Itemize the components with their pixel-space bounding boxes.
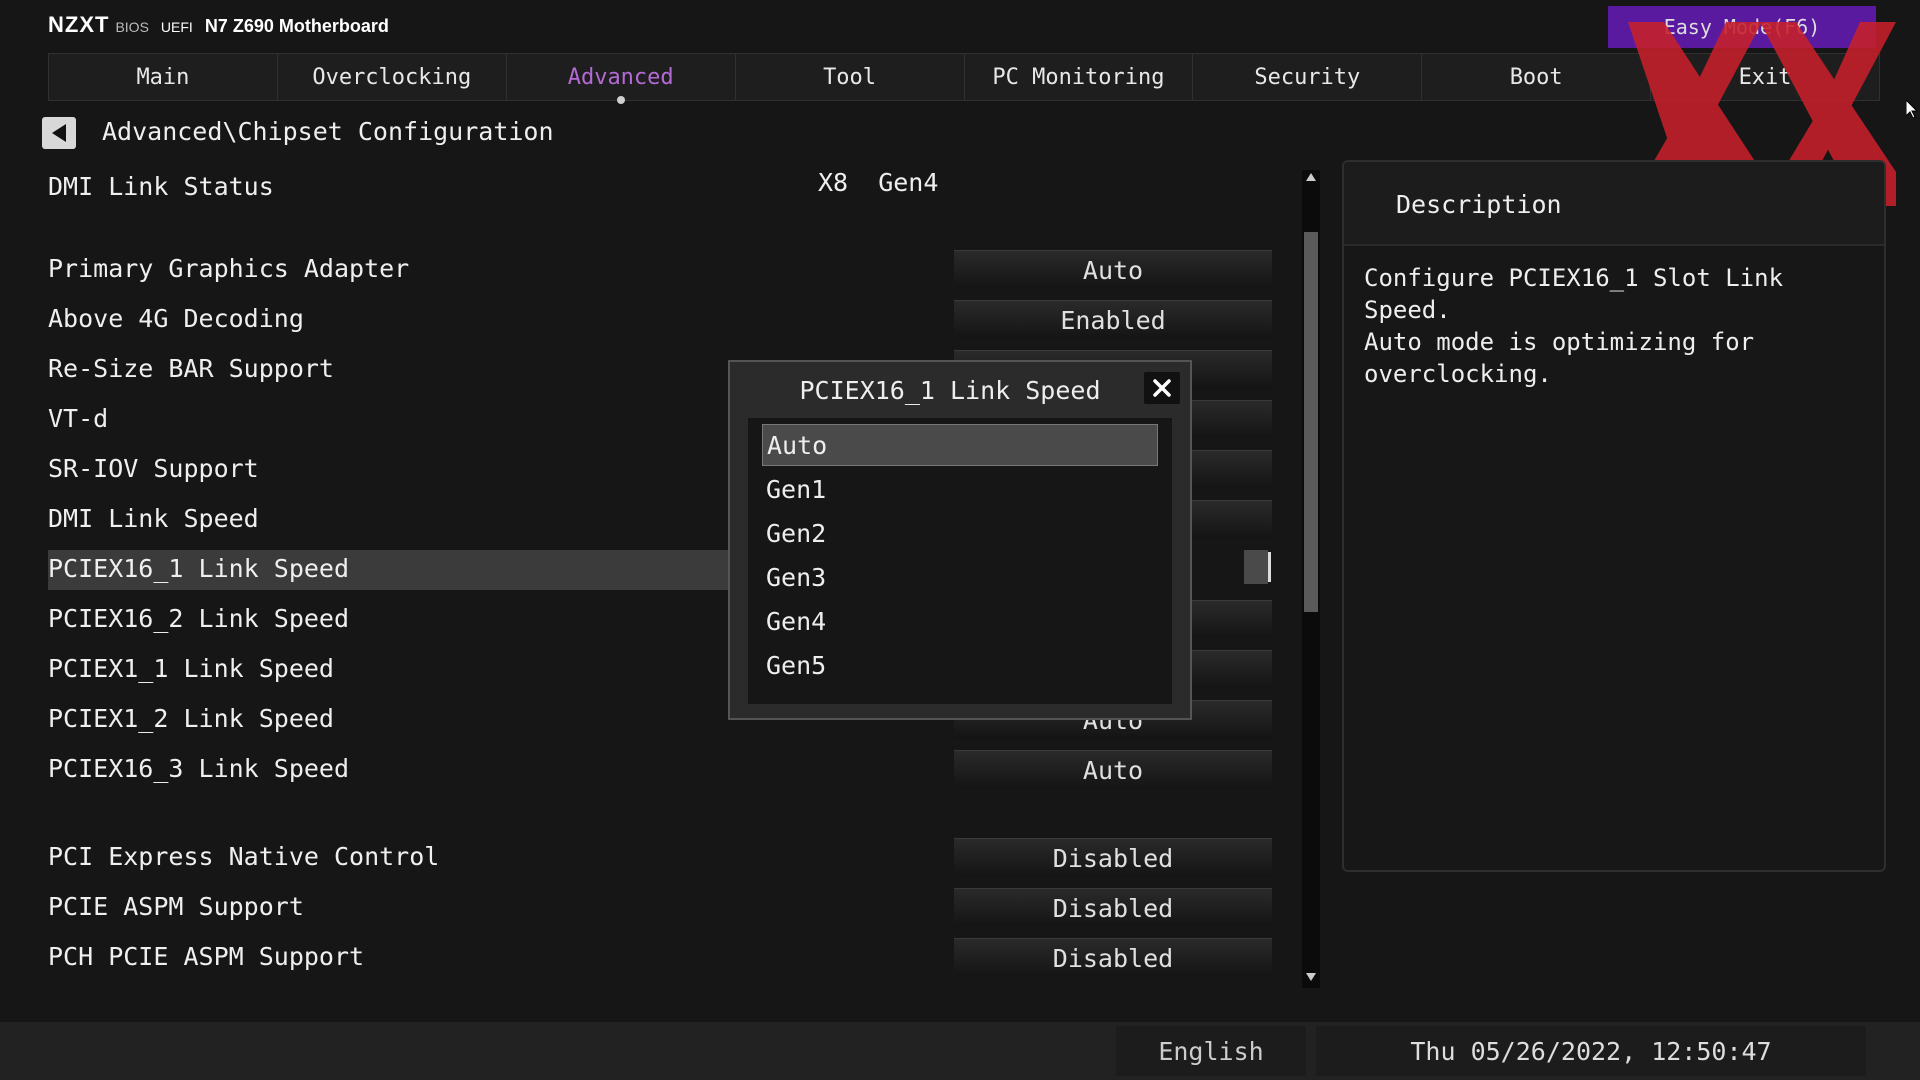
scroll-up-arrow-icon[interactable] bbox=[1305, 172, 1317, 182]
setting-label: DMI Link Speed bbox=[48, 504, 259, 533]
setting-label: Re-Size BAR Support bbox=[48, 354, 334, 383]
setting-label: PCI Express Native Control bbox=[48, 842, 440, 871]
setting-value-button[interactable] bbox=[1244, 550, 1271, 584]
setting-label: PCIEX1_2 Link Speed bbox=[48, 704, 334, 733]
tab-exit[interactable]: Exit bbox=[1650, 53, 1880, 101]
scrollbar-thumb[interactable] bbox=[1304, 232, 1318, 612]
setting-label: Above 4G Decoding bbox=[48, 304, 304, 333]
brand-logo: NZXT BIOS UEFI N7 Z690 Motherboard bbox=[48, 12, 389, 42]
setting-label: SR-IOV Support bbox=[48, 454, 259, 483]
option-gen5[interactable]: Gen5 bbox=[762, 644, 1158, 686]
setting-row-pciex16-3-link-speed[interactable]: PCIEX16_3 Link Speed Auto bbox=[48, 750, 1272, 790]
setting-value-button[interactable]: Auto bbox=[954, 750, 1272, 789]
link-speed-dialog: PCIEX16_1 Link Speed Auto Gen1 Gen2 Gen3… bbox=[728, 360, 1192, 720]
date-time-display: Thu 05/26/2022, 12:50:47 bbox=[1316, 1026, 1866, 1076]
setting-value-button[interactable]: Disabled bbox=[954, 888, 1272, 927]
setting-label: PCIE ASPM Support bbox=[48, 892, 304, 921]
close-button[interactable] bbox=[1144, 372, 1180, 404]
setting-value-button[interactable]: Auto bbox=[954, 250, 1272, 289]
setting-label: PCIEX16_3 Link Speed bbox=[48, 754, 350, 783]
setting-value-button[interactable]: Enabled bbox=[954, 300, 1272, 339]
tab-boot[interactable]: Boot bbox=[1421, 53, 1651, 101]
setting-row-above-4g-decoding[interactable]: Above 4G Decoding Enabled bbox=[48, 300, 1272, 340]
setting-label: PCIEX16_2 Link Speed bbox=[48, 604, 350, 633]
main-tabs: Main Overclocking Advanced Tool PC Monit… bbox=[48, 53, 1880, 104]
tab-tool[interactable]: Tool bbox=[734, 53, 964, 101]
scroll-down-arrow-icon[interactable] bbox=[1305, 972, 1317, 982]
breadcrumb: Advanced\Chipset Configuration bbox=[102, 117, 554, 146]
option-gen2[interactable]: Gen2 bbox=[762, 512, 1158, 554]
nzxt-logo: NZXT bbox=[48, 12, 110, 37]
tab-security[interactable]: Security bbox=[1192, 53, 1422, 101]
setting-row-primary-graphics-adapter[interactable]: Primary Graphics Adapter Auto bbox=[48, 250, 1272, 290]
uefi-label: UEFI bbox=[160, 19, 193, 35]
back-arrow-icon bbox=[52, 124, 66, 142]
setting-value-button[interactable]: Disabled bbox=[954, 938, 1272, 977]
option-gen3[interactable]: Gen3 bbox=[762, 556, 1158, 598]
option-auto[interactable]: Auto bbox=[762, 424, 1158, 466]
setting-label: PCIEX16_1 Link Speed bbox=[48, 554, 350, 583]
mouse-cursor-icon bbox=[1906, 100, 1918, 118]
dmi-link-status-row: DMI Link Status bbox=[48, 168, 1272, 208]
close-icon bbox=[1153, 379, 1171, 397]
easy-mode-button[interactable]: Easy Mode(F6) bbox=[1608, 6, 1876, 48]
setting-label: DMI Link Status bbox=[48, 172, 274, 201]
tab-overclocking[interactable]: Overclocking bbox=[276, 53, 506, 101]
option-gen4[interactable]: Gen4 bbox=[762, 600, 1158, 642]
dmi-link-status-value: X8 Gen4 bbox=[818, 168, 939, 197]
setting-row-pci-express-native-control[interactable]: PCI Express Native Control Disabled bbox=[48, 838, 1272, 878]
bios-label: BIOS bbox=[115, 19, 149, 35]
tab-advanced[interactable]: Advanced bbox=[505, 53, 735, 104]
setting-row-pch-pcie-aspm-support[interactable]: PCH PCIE ASPM Support Disabled bbox=[48, 938, 1272, 978]
setting-label: Primary Graphics Adapter bbox=[48, 254, 410, 283]
option-list: Auto Gen1 Gen2 Gen3 Gen4 Gen5 bbox=[748, 418, 1172, 704]
dialog-title: PCIEX16_1 Link Speed bbox=[799, 376, 1101, 405]
setting-label: VT-d bbox=[48, 404, 109, 433]
option-gen1[interactable]: Gen1 bbox=[762, 468, 1158, 510]
back-button[interactable] bbox=[42, 117, 76, 149]
setting-value-button[interactable]: Disabled bbox=[954, 838, 1272, 877]
setting-label: PCIEX1_1 Link Speed bbox=[48, 654, 334, 683]
tab-pc-monitoring[interactable]: PC Monitoring bbox=[963, 53, 1193, 101]
description-text: Configure PCIEX16_1 Slot Link Speed. Aut… bbox=[1364, 264, 1784, 388]
setting-label: PCH PCIE ASPM Support bbox=[48, 942, 365, 971]
description-header: Description bbox=[1344, 162, 1884, 246]
language-button[interactable]: English bbox=[1116, 1026, 1306, 1076]
motherboard-model: N7 Z690 Motherboard bbox=[204, 16, 389, 36]
setting-row-pcie-aspm-support[interactable]: PCIE ASPM Support Disabled bbox=[48, 888, 1272, 928]
description-title: Description bbox=[1396, 190, 1562, 219]
tab-main[interactable]: Main bbox=[48, 53, 277, 101]
description-panel: Description Configure PCIEX16_1 Slot Lin… bbox=[1342, 160, 1886, 872]
